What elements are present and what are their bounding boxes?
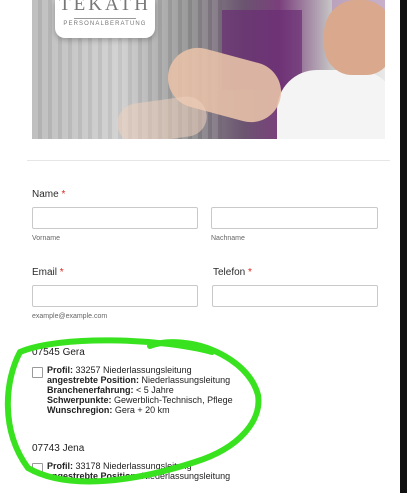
phone-input[interactable] (212, 285, 378, 307)
profil-value: 33257 Niederlassungsleitung (75, 365, 192, 375)
position-value: Niederlassungsleitung (141, 471, 231, 481)
email-sublabel: example@example.com (32, 313, 108, 320)
region-heading: 07545 Gera (32, 347, 85, 358)
required-mark: * (59, 267, 64, 278)
application-form-page: TEKATH PERSONALBERATUNG Name * Vorname N… (0, 0, 400, 493)
job-details: Profil: 33178 Niederlassungsleitung ange… (47, 461, 230, 481)
experience-label: Branchenerfahrung: (47, 385, 134, 395)
brand-name: TEKATH (59, 0, 151, 15)
focus-value: Gewerblich-Technisch, Pflege (114, 395, 233, 405)
position-label: angestrebte Position: (47, 375, 140, 385)
first-name-input[interactable] (32, 207, 198, 229)
job-checkbox[interactable] (32, 463, 43, 474)
position-label: angestrebte Position: (47, 471, 140, 481)
job-details: Profil: 33257 Niederlassungsleitung ange… (47, 365, 233, 415)
brand-logo[interactable]: TEKATH PERSONALBERATUNG (55, 0, 155, 38)
name-label: Name * (32, 189, 65, 200)
phone-label: Telefon * (213, 267, 252, 278)
hero-person-head (324, 0, 385, 75)
profil-label: Profil: (47, 365, 73, 375)
section-divider (27, 160, 390, 161)
required-mark: * (248, 267, 252, 278)
profil-label: Profil: (47, 461, 73, 471)
logo-divider (74, 18, 136, 19)
name-label-text: Name (32, 189, 59, 200)
last-name-sublabel: Nachname (211, 235, 245, 242)
email-label: Email * (32, 267, 64, 278)
last-name-input[interactable] (211, 207, 378, 229)
wish-region-label: Wunschregion: (47, 405, 113, 415)
required-mark: * (61, 189, 66, 200)
profil-value: 33178 Niederlassungsleitung (75, 461, 192, 471)
brand-tagline: PERSONALBERATUNG (63, 21, 147, 27)
phone-label-text: Telefon (213, 267, 246, 278)
region-heading: 07743 Jena (32, 443, 85, 454)
job-checkbox[interactable] (32, 367, 43, 378)
experience-value: < 5 Jahre (136, 385, 174, 395)
wish-region-value: Gera + 20 km (114, 405, 170, 415)
email-input[interactable] (32, 285, 198, 307)
window-edge (400, 0, 407, 493)
position-value: Niederlassungsleitung (141, 375, 231, 385)
first-name-sublabel: Vorname (32, 235, 61, 242)
hero-person-shirt (277, 70, 385, 139)
email-label-text: Email (32, 267, 58, 278)
focus-label: Schwerpunkte: (47, 395, 112, 405)
